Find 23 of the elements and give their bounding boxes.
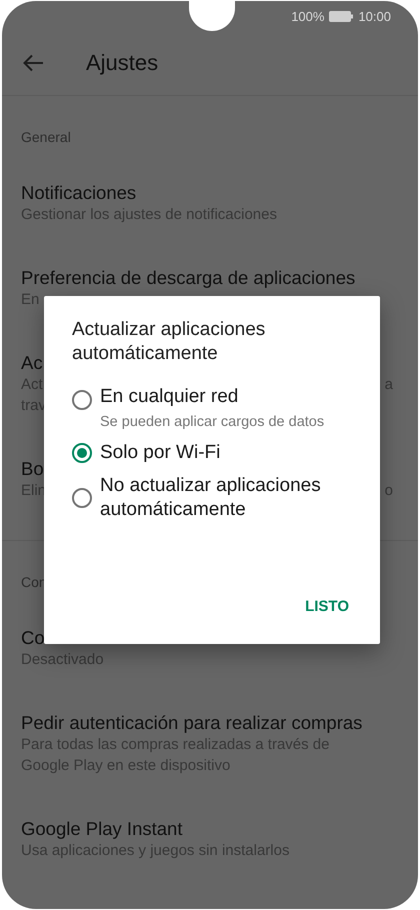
setting-title[interactable]: Co [21, 626, 45, 649]
radio-button[interactable] [72, 443, 92, 463]
radio-button[interactable] [72, 390, 92, 410]
setting-title[interactable]: Preferencia de descarga de aplicaciones [21, 266, 356, 289]
battery-icon [329, 10, 354, 22]
setting-title[interactable]: Bo [21, 457, 44, 480]
option-label[interactable]: En cualquier red [100, 385, 324, 409]
clock-time: 10:00 [358, 8, 391, 24]
camera-notch [189, 1, 235, 31]
battery-percent: 100% [291, 8, 324, 24]
setting-title[interactable]: Google Play Instant [21, 817, 182, 840]
back-arrow-icon[interactable] [22, 54, 44, 72]
screen-title: Ajustes [86, 50, 158, 76]
done-button[interactable]: LISTO [303, 594, 351, 619]
setting-title[interactable]: Pedir autenticación para realizar compras [21, 711, 362, 734]
radio-button[interactable] [72, 488, 92, 508]
setting-title[interactable]: Ac [21, 351, 43, 374]
option-label[interactable]: No actualizar aplicaciones automáticamente [100, 474, 352, 522]
setting-title[interactable]: Notificaciones [21, 181, 136, 204]
option-hint: Se pueden aplicar cargos de datos [100, 413, 324, 432]
option-label[interactable]: Solo por Wi-Fi [100, 441, 220, 465]
dialog-title: Actualizar aplicaciones automáticamente [72, 318, 266, 366]
section-heading: General [20, 128, 72, 147]
